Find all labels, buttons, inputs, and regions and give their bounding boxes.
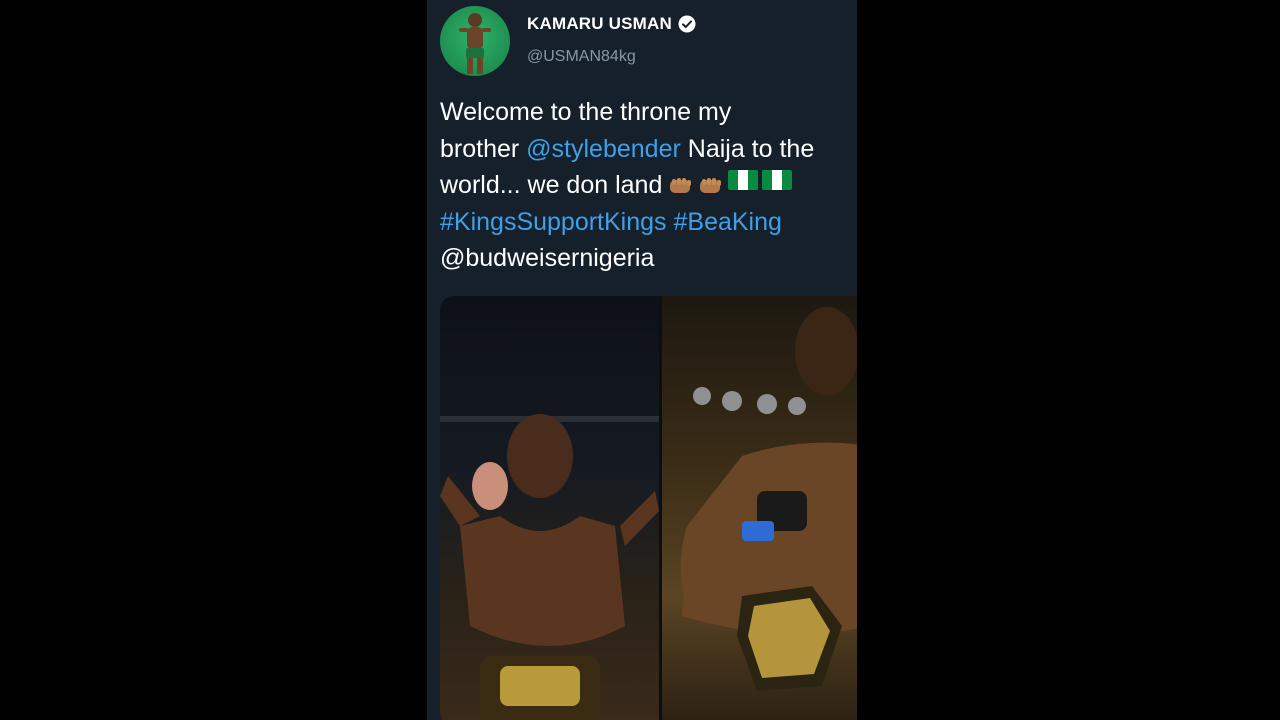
nigeria-flag-icon bbox=[728, 170, 759, 190]
tweet-text-segment: Naija to the bbox=[680, 134, 815, 163]
fist-icon bbox=[668, 170, 694, 193]
tweet-line-2: brother @stylebender Naija to the bbox=[440, 131, 857, 168]
fighter-photo-image bbox=[680, 307, 857, 691]
mention-stylebender-link[interactable]: @stylebender bbox=[526, 135, 681, 163]
author-display-name[interactable]: KAMARU USMAN bbox=[527, 14, 672, 34]
fighter-photo-image bbox=[440, 414, 659, 720]
emoji-group bbox=[668, 170, 793, 193]
tweet-card: KAMARU USMAN @USMAN84kg Welcome to the t… bbox=[427, 0, 857, 720]
hashtag-beaking-link[interactable]: #BeaKing bbox=[674, 208, 782, 236]
hashtag-kingssupportkings-link[interactable]: #KingsSupportKings bbox=[440, 208, 667, 236]
profile-photo-icon bbox=[459, 13, 491, 74]
nigeria-flag-icon bbox=[762, 170, 793, 190]
tweet-line-1: Welcome to the throne my bbox=[440, 98, 732, 126]
tweet-line-5: @budweisernigeria bbox=[440, 244, 655, 272]
tweet-text-segment: brother bbox=[440, 134, 527, 163]
author-handle[interactable]: @USMAN84kg bbox=[527, 48, 636, 66]
media-photo-left[interactable] bbox=[440, 296, 659, 720]
fist-icon bbox=[698, 170, 724, 193]
author-name-row: KAMARU USMAN bbox=[527, 14, 696, 34]
tweet-text-segment: world... we don land bbox=[440, 171, 663, 199]
tweet-line-3: world... we don land bbox=[440, 167, 857, 204]
video-frame: KAMARU USMAN @USMAN84kg Welcome to the t… bbox=[0, 0, 1280, 720]
avatar[interactable] bbox=[440, 6, 510, 76]
tweet-media-grid bbox=[440, 296, 857, 720]
tweet-header: KAMARU USMAN @USMAN84kg bbox=[440, 6, 850, 76]
verified-badge-icon bbox=[678, 15, 696, 33]
tweet-body: Welcome to the throne my brother @styleb… bbox=[440, 94, 857, 277]
media-photo-right[interactable] bbox=[662, 296, 857, 720]
tweet-line-4: #KingsSupportKings #BeaKing bbox=[440, 204, 857, 241]
